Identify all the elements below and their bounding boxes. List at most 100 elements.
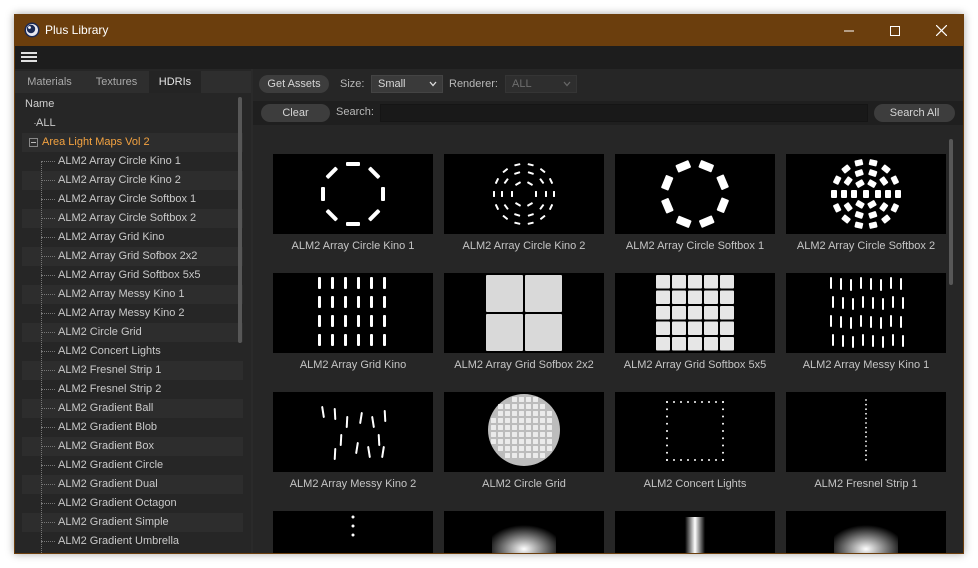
tree-item-label: ALM2 Array Grid Kino: [58, 231, 165, 243]
tree-item[interactable]: ALM2 Array Circle Softbox 1: [22, 190, 243, 209]
hdri-thumbnail[interactable]: [615, 392, 775, 472]
cinema4d-app-icon: [24, 22, 40, 38]
tree-item[interactable]: ALM2 Gradient Simple: [22, 513, 243, 532]
tree-item[interactable]: ALM2 Array Grid Softbox 5x5: [22, 266, 243, 285]
tree-scrollbar[interactable]: [238, 97, 242, 343]
tree-item-label: ALM2 Fresnel Strip 1: [58, 364, 162, 376]
tree-item-label: ALM2 Fresnel Strip 2: [58, 383, 162, 395]
maximize-button[interactable]: [872, 15, 918, 46]
tree-item[interactable]: ALM2 Gradient Dual: [22, 475, 243, 494]
search-toolbar: Clear Search: Search All: [253, 101, 963, 125]
tree-column-header[interactable]: Name: [22, 95, 243, 114]
hdri-thumbnail[interactable]: [444, 273, 604, 353]
hdri-thumbnail[interactable]: [786, 273, 946, 353]
tree-item-label: ALM2 Concert Lights: [58, 345, 161, 357]
chevron-down-icon: [563, 81, 571, 87]
hdri-tile-label: ALM2 Array Circle Kino 1: [291, 240, 415, 252]
hdri-tile-label: ALM2 Array Messy Kino 2: [289, 478, 417, 490]
renderer-select-value: ALL: [512, 78, 532, 90]
tree-item[interactable]: ALM2 Gradient Octagon: [22, 494, 243, 513]
search-label: Search:: [336, 106, 374, 118]
hdri-thumbnail[interactable]: [786, 154, 946, 234]
close-icon: [935, 25, 947, 36]
tree-item[interactable]: ALM2 Fresnel Strip 2: [22, 380, 243, 399]
filter-toolbar: Get Assets Size: Small Renderer: ALL: [253, 75, 963, 97]
tab-materials[interactable]: Materials: [15, 71, 84, 93]
hdri-tile-label: ALM2 Array Circle Softbox 2: [796, 240, 936, 252]
tree-item-label: ALM2 Gradient Umbrella: [58, 535, 180, 547]
hdri-thumbnail[interactable]: [273, 392, 433, 472]
hdri-tile-label: ALM2 Array Grid Kino: [299, 359, 407, 371]
tree-item-label: ALM2 Array Circle Softbox 2: [58, 212, 197, 224]
hamburger-menu-icon[interactable]: [21, 50, 37, 64]
tree-item[interactable]: ALM2 Concert Lights: [22, 342, 243, 361]
title-bar[interactable]: Plus Library: [15, 15, 963, 46]
hdri-thumbnail[interactable]: [273, 511, 433, 553]
hdri-thumbnail[interactable]: [273, 154, 433, 234]
hdri-thumbnail[interactable]: [786, 511, 946, 553]
hdri-tile-label: ALM2 Array Circle Kino 2: [462, 240, 586, 252]
tree-item[interactable]: ALM2 Fresnel Strip 1: [22, 361, 243, 380]
hdri-tile-label: ALM2 Circle Grid: [482, 478, 566, 490]
tree-item[interactable]: ALM2 Gradient Blob: [22, 418, 243, 437]
tree-item-label: ALL: [36, 117, 56, 129]
hdri-thumbnail[interactable]: [615, 511, 775, 553]
get-assets-button[interactable]: Get Assets: [259, 75, 329, 93]
hdri-thumbnail[interactable]: [444, 511, 604, 553]
hdri-thumbnail[interactable]: [786, 392, 946, 472]
tree-item[interactable]: ALM2 Array Circle Kino 1: [22, 152, 243, 171]
tree-item-label: ALM2 Gradient Blob: [58, 421, 158, 433]
tree-item[interactable]: ALM2 Array Circle Softbox 2: [22, 209, 243, 228]
minimize-icon: [844, 30, 854, 31]
tree-item-label: ALM2 Array Messy Kino 2: [58, 307, 185, 319]
tree-item-label: ALM2 Array Messy Kino 1: [58, 288, 185, 300]
tree-guide-line: [41, 161, 42, 553]
size-select[interactable]: Small: [371, 75, 443, 93]
tree-item[interactable]: ALM2 Gradient Circle: [22, 456, 243, 475]
tree-item[interactable]: ALM2 Array Messy Kino 1: [22, 285, 243, 304]
tree-item[interactable]: ALM2 Gradient Ball: [22, 399, 243, 418]
hdri-tile-label: ALM2 Fresnel Strip 1: [814, 478, 918, 490]
hdri-thumbnail[interactable]: [273, 273, 433, 353]
tree-item[interactable]: ALM2 Array Circle Kino 2: [22, 171, 243, 190]
chevron-down-icon: [429, 81, 437, 87]
tree-item-label: ALM2 Array Circle Kino 1: [58, 155, 181, 167]
tree-item-all[interactable]: ALL: [22, 114, 243, 133]
hdri-tile-label: ALM2 Array Circle Softbox 1: [625, 240, 765, 252]
hdri-thumbnail[interactable]: [444, 392, 604, 472]
tab-hdris[interactable]: HDRIs: [149, 71, 201, 93]
asset-tree: Name ALL Area Light Maps Vol 2 ALM2 Arra…: [22, 95, 243, 553]
library-browser-panel: Materials Textures HDRIs Name ALL Area L…: [15, 69, 251, 553]
hdri-thumbnail[interactable]: [615, 273, 775, 353]
search-all-button[interactable]: Search All: [874, 104, 955, 122]
hdri-thumbnail[interactable]: [615, 154, 775, 234]
hdri-thumbnail[interactable]: [444, 154, 604, 234]
clear-button[interactable]: Clear: [261, 104, 330, 122]
tree-item[interactable]: ALM2 Array Grid Sofbox 2x2: [22, 247, 243, 266]
tab-textures[interactable]: Textures: [84, 71, 149, 93]
collapse-icon[interactable]: [29, 138, 38, 147]
tree-item[interactable]: ALM2 Array Grid Kino: [22, 228, 243, 247]
hdri-thumbnail-grid: ALM2 Array Circle Kino 1 ALM2 Array Circl…: [253, 131, 953, 553]
tree-item[interactable]: ALM2 Array Messy Kino 2: [22, 304, 243, 323]
tree-item-label: ALM2 Gradient Box: [58, 440, 154, 452]
grid-scrollbar[interactable]: [949, 139, 953, 285]
tree-item-label: ALM2 Circle Grid: [58, 326, 142, 338]
size-label: Size:: [340, 78, 365, 90]
tree-item-label: ALM2 Array Grid Sofbox 2x2: [58, 250, 198, 262]
tree-item[interactable]: ALM2 Gradient Box: [22, 437, 243, 456]
renderer-select[interactable]: ALL: [505, 75, 577, 93]
hdri-tile-label: ALM2 Array Grid Softbox 5x5: [623, 359, 767, 371]
search-input[interactable]: [380, 104, 868, 122]
plus-library-window: Plus Library Materials Textures HDRIs Na…: [14, 14, 964, 554]
tree-item[interactable]: ALM2 Circle Grid: [22, 323, 243, 342]
close-button[interactable]: [918, 15, 963, 46]
minimize-button[interactable]: [826, 15, 872, 46]
tree-item-label: ALM2 Gradient Dual: [58, 478, 158, 490]
tree-item-label: ALM2 Array Circle Softbox 1: [58, 193, 197, 205]
tree-folder-label: Area Light Maps Vol 2: [42, 136, 150, 148]
hdri-tile-label: ALM2 Concert Lights: [643, 478, 747, 490]
tree-item-label: ALM2 Gradient Simple: [58, 516, 169, 528]
tree-item[interactable]: ALM2 Gradient Umbrella: [22, 532, 243, 551]
tree-folder-area-light-maps[interactable]: Area Light Maps Vol 2: [22, 133, 243, 152]
